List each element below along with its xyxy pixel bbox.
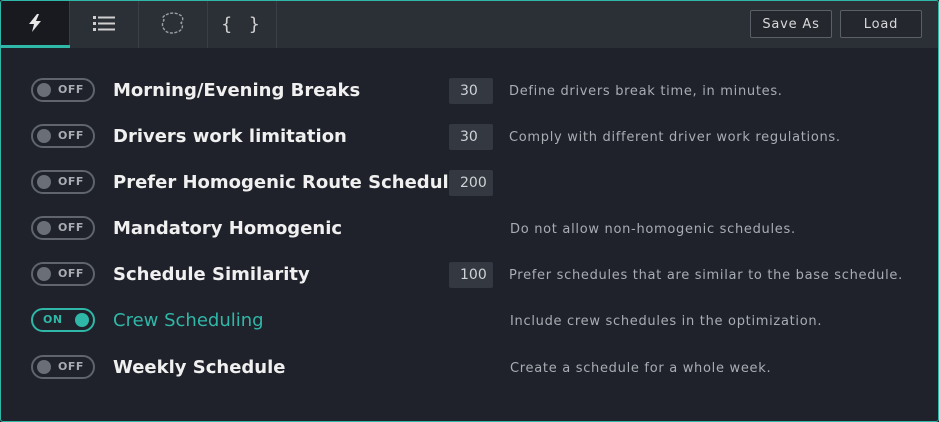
toggle-knob: [37, 129, 51, 143]
toggle-switch[interactable]: OFF: [31, 78, 95, 102]
setting-description: Define drivers break time, in minutes.: [509, 84, 783, 99]
setting-description: Include crew schedules in the optimizati…: [510, 314, 823, 329]
tab-quick-settings[interactable]: [1, 1, 70, 48]
toggle-label: OFF: [58, 83, 84, 96]
setting-row-crew-scheduling: ON Crew Scheduling Include crew schedule…: [1, 306, 938, 336]
setting-row-weekly-schedule: OFF Weekly Schedule Create a schedule fo…: [1, 353, 938, 383]
setting-row-breaks: OFF Morning/Evening Breaks 30 Define dri…: [1, 76, 938, 106]
top-toolbar: { } Save As Load: [1, 1, 938, 48]
settings-panel: { } Save As Load OFF Morning/Evening Bre…: [0, 0, 939, 422]
tab-map[interactable]: [139, 1, 208, 48]
value-input[interactable]: 100: [449, 262, 493, 288]
toggle-switch[interactable]: OFF: [31, 355, 95, 379]
setting-row-work-limitation: OFF Drivers work limitation 30 Comply wi…: [1, 122, 938, 152]
toggle-switch[interactable]: OFF: [31, 170, 95, 194]
toggle-label: OFF: [58, 360, 84, 373]
setting-title: Schedule Similarity: [113, 264, 310, 285]
toggle-knob: [37, 83, 51, 97]
toggle-label: OFF: [58, 267, 84, 280]
toggle-label: OFF: [58, 221, 84, 234]
value-input[interactable]: 200: [449, 170, 493, 196]
blob-icon: [160, 11, 186, 39]
tab-list[interactable]: [70, 1, 139, 48]
toggle-knob: [75, 313, 89, 327]
setting-description: Comply with different driver work regula…: [509, 130, 841, 145]
toggle-knob: [37, 360, 51, 374]
braces-icon: { }: [221, 14, 263, 35]
setting-row-homogenic-route: OFF Prefer Homogenic Route Schedule 200: [1, 168, 938, 198]
value-input[interactable]: 30: [449, 78, 493, 104]
tab-code[interactable]: { }: [208, 1, 277, 48]
lightning-icon: [26, 13, 44, 37]
setting-row-mandatory-homogenic: OFF Mandatory Homogenic Do not allow non…: [1, 214, 938, 244]
value-input[interactable]: 30: [449, 124, 493, 150]
setting-title: Prefer Homogenic Route Schedule: [113, 172, 461, 193]
setting-title: Weekly Schedule: [113, 357, 286, 378]
setting-title: Crew Scheduling: [113, 310, 264, 331]
toggle-switch[interactable]: OFF: [31, 216, 95, 240]
setting-title: Drivers work limitation: [113, 126, 347, 147]
setting-row-schedule-similarity: OFF Schedule Similarity 100 Prefer sched…: [1, 260, 938, 290]
toggle-knob: [37, 221, 51, 235]
setting-title: Mandatory Homogenic: [113, 218, 343, 239]
list-icon: [93, 14, 115, 36]
toggle-switch[interactable]: OFF: [31, 124, 95, 148]
toggle-label: OFF: [58, 129, 84, 142]
setting-description: Prefer schedules that are similar to the…: [509, 268, 903, 283]
setting-description: Do not allow non-homogenic schedules.: [510, 222, 796, 237]
toggle-knob: [37, 175, 51, 189]
toggle-switch[interactable]: OFF: [31, 262, 95, 286]
toggle-knob: [37, 267, 51, 281]
toggle-label: OFF: [58, 175, 84, 188]
toggle-switch[interactable]: ON: [31, 308, 95, 332]
setting-title: Morning/Evening Breaks: [113, 80, 361, 101]
load-button[interactable]: Load: [840, 10, 922, 38]
save-as-button[interactable]: Save As: [750, 10, 832, 38]
toggle-label: ON: [43, 313, 63, 326]
setting-description: Create a schedule for a whole week.: [510, 361, 772, 376]
